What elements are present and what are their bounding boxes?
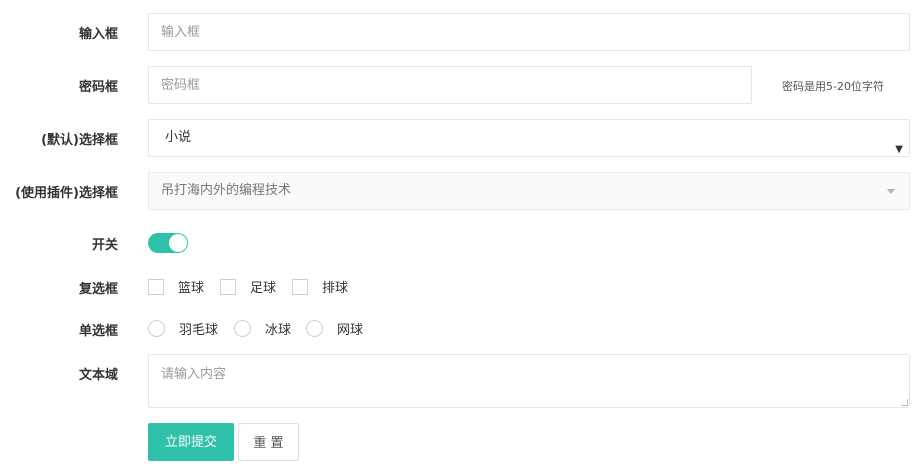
checkbox-label: 复选框 (78, 282, 118, 297)
radio-circle[interactable] (234, 320, 251, 337)
radio-option-label: 冰球 (265, 323, 292, 338)
checkbox-option-label: 排球 (322, 281, 349, 296)
submit-button[interactable]: 立即提交 (148, 423, 234, 461)
chevron-down-icon (887, 189, 895, 194)
radio-circle[interactable] (306, 320, 323, 337)
textarea-label: 文本域 (78, 368, 118, 383)
content-textarea[interactable] (148, 354, 910, 408)
radio-option-label: 网球 (337, 323, 364, 338)
checkbox-box[interactable] (220, 278, 236, 295)
button-row: 立即提交 重 置 (0, 423, 916, 461)
radio-circle[interactable] (148, 320, 165, 337)
plugin-select-label: (使用插件)选择框 (15, 186, 118, 201)
checkbox-option-label: 足球 (250, 281, 277, 296)
password-row: 密码框 密码是用5-20位字符 (0, 66, 916, 104)
checkbox-volleyball[interactable]: 排球 (292, 277, 348, 296)
default-select-row: (默认)选择框 小说 ▼ (0, 119, 916, 157)
radio-row: 单选框 羽毛球 冰球 网球 (0, 318, 916, 339)
radio-label: 单选框 (78, 324, 118, 339)
switch-label: 开关 (91, 238, 118, 253)
input-row: 输入框 (0, 13, 916, 51)
toggle-switch[interactable] (148, 233, 188, 253)
plugin-select-row: (使用插件)选择框 吊打海内外的编程技术 (0, 172, 916, 210)
password-input[interactable] (148, 66, 752, 104)
plugin-select-value: 吊打海内外的编程技术 (161, 183, 292, 198)
input-label: 输入框 (78, 27, 118, 42)
radio-badminton[interactable]: 羽毛球 (148, 319, 218, 338)
demo-form: 输入框 密码框 密码是用5-20位字符 (默认)选择框 小说 ▼ (使用插件)选… (0, 0, 916, 467)
radio-ice-hockey[interactable]: 冰球 (234, 319, 291, 338)
checkbox-football[interactable]: 足球 (220, 277, 276, 296)
resize-handle-icon[interactable] (901, 399, 908, 406)
text-input[interactable] (148, 13, 910, 51)
radio-option-label: 羽毛球 (179, 323, 219, 338)
default-select[interactable]: 小说 ▼ (148, 119, 910, 157)
textarea-row: 文本域 (0, 354, 916, 408)
password-help-text: 密码是用5-20位字符 (782, 80, 884, 93)
toggle-knob (169, 234, 187, 252)
radio-tennis[interactable]: 网球 (306, 319, 363, 338)
checkbox-box[interactable] (292, 278, 308, 295)
checkbox-row: 复选框 篮球 足球 排球 (0, 276, 916, 297)
plugin-select[interactable]: 吊打海内外的编程技术 (148, 172, 910, 210)
checkbox-box[interactable] (148, 278, 164, 295)
checkbox-option-label: 篮球 (178, 281, 205, 296)
reset-button[interactable]: 重 置 (238, 423, 299, 461)
password-label: 密码框 (78, 80, 118, 95)
default-select-value: 小说 (165, 130, 192, 145)
switch-row: 开关 (0, 232, 916, 254)
default-select-label: (默认)选择框 (41, 133, 118, 148)
caret-down-icon: ▼ (895, 144, 903, 155)
checkbox-basketball[interactable]: 篮球 (148, 277, 204, 296)
